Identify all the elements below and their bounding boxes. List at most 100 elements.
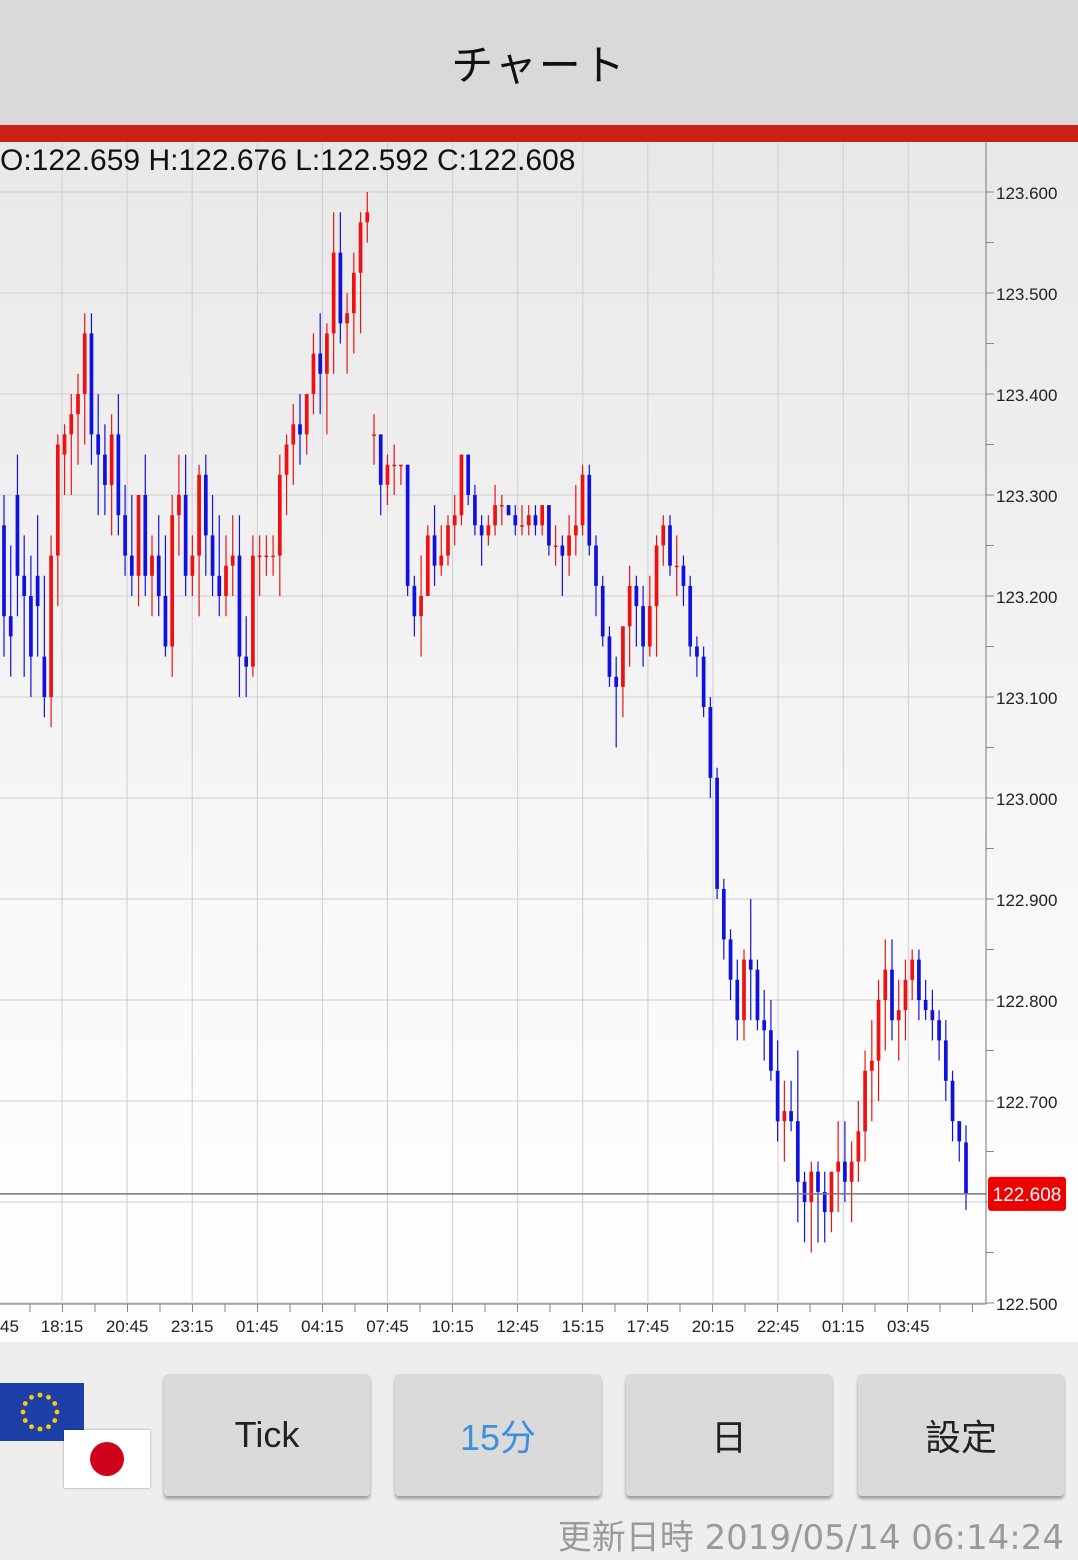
candle <box>116 394 121 536</box>
candle <box>869 1020 874 1122</box>
candle <box>190 535 195 596</box>
candle <box>452 495 457 546</box>
candle <box>721 878 726 960</box>
candle <box>762 989 767 1061</box>
candle <box>856 1101 861 1182</box>
tick-button[interactable]: Tick <box>164 1374 370 1496</box>
accent-bar <box>0 125 1078 142</box>
time-axis-label: 07:45 <box>366 1317 409 1336</box>
candle <box>748 899 753 1021</box>
candle <box>331 212 336 374</box>
candle <box>49 535 53 728</box>
price-axis-label: 122.500 <box>996 1295 1057 1314</box>
candle <box>486 515 491 546</box>
candle <box>82 313 87 445</box>
candle <box>217 515 222 617</box>
time-axis-label: 01:45 <box>236 1317 279 1336</box>
current-price-label: 122.608 <box>993 1185 1062 1206</box>
candle <box>708 697 713 798</box>
candle <box>365 192 370 243</box>
candle <box>782 1080 787 1162</box>
candle <box>957 1121 962 1162</box>
candle <box>688 575 693 657</box>
candle <box>533 505 538 536</box>
time-axis-label: 17:45 <box>627 1317 670 1336</box>
candle <box>547 505 551 556</box>
price-axis-label: 123.300 <box>996 487 1057 506</box>
candle <box>284 434 289 516</box>
candle <box>412 575 417 637</box>
time-axis-label: 18:15 <box>41 1317 84 1336</box>
candle <box>701 646 706 718</box>
candle <box>298 394 302 465</box>
candle <box>567 515 571 576</box>
candle <box>775 1040 780 1142</box>
candle <box>338 212 343 344</box>
candle <box>163 535 168 657</box>
candle <box>325 323 329 435</box>
chart-area[interactable]: 123.600 123.500 123.400 123.300 123.200 123.1… <box>0 142 1078 1342</box>
candle <box>621 626 625 718</box>
candle <box>661 515 666 566</box>
candle <box>917 949 921 1021</box>
price-axis-label: 122.700 <box>996 1093 1057 1112</box>
time-axis-label: 45 <box>0 1317 19 1336</box>
candle <box>203 454 208 576</box>
candle <box>89 313 94 465</box>
candle <box>829 1171 834 1233</box>
candle <box>627 565 632 667</box>
15min-button[interactable]: 15分 <box>395 1374 601 1496</box>
candle <box>654 535 659 657</box>
candle <box>264 535 269 576</box>
time-axis-label: 22:45 <box>757 1317 800 1336</box>
candle <box>29 555 33 697</box>
candle <box>399 464 403 485</box>
candle <box>573 484 578 556</box>
time-axis-label: 12:45 <box>496 1317 539 1336</box>
time-axis-label: 01:15 <box>822 1317 865 1336</box>
candle <box>257 535 262 596</box>
candle <box>392 444 397 495</box>
jp-flag-icon[interactable] <box>64 1430 150 1488</box>
candle <box>62 424 67 495</box>
candlestick-chart[interactable]: 123.600 123.500 123.400 123.300 123.200 123.1… <box>0 142 1078 1342</box>
candle <box>22 535 27 677</box>
candle <box>8 545 13 677</box>
update-timestamp: 更新日時 2019/05/14 06:14:24 <box>558 1510 1064 1559</box>
candle <box>937 1010 941 1061</box>
candle <box>526 505 531 536</box>
candle <box>15 454 20 617</box>
candle <box>230 515 235 596</box>
candle <box>695 636 699 677</box>
candle <box>237 515 242 697</box>
candle <box>849 1141 854 1223</box>
candle <box>123 484 127 576</box>
candle <box>890 939 894 1041</box>
price-axis-label: 123.100 <box>996 689 1057 708</box>
candle <box>943 1020 948 1101</box>
candle <box>136 495 141 607</box>
candle <box>560 535 565 596</box>
settings-button[interactable]: 設定 <box>858 1374 1064 1496</box>
candle <box>183 454 188 596</box>
candle <box>795 1050 800 1223</box>
price-axis-label: 123.200 <box>996 588 1057 607</box>
candle <box>42 575 47 718</box>
candle <box>55 434 60 607</box>
time-axis-label: 15:15 <box>562 1317 605 1336</box>
candle <box>425 525 430 596</box>
candle <box>930 989 935 1041</box>
time-axis-label: 10:15 <box>431 1317 474 1336</box>
candle <box>600 575 605 647</box>
price-axis-label: 123.600 <box>996 184 1057 203</box>
candle <box>69 394 74 495</box>
time-axis-label: 20:45 <box>106 1317 149 1336</box>
candle <box>553 525 558 566</box>
candle <box>170 495 175 677</box>
day-button[interactable]: 日 <box>626 1374 832 1496</box>
candle <box>103 424 107 516</box>
candle <box>156 515 161 617</box>
candle <box>311 333 316 415</box>
candle <box>715 767 719 899</box>
candle <box>903 959 908 1041</box>
